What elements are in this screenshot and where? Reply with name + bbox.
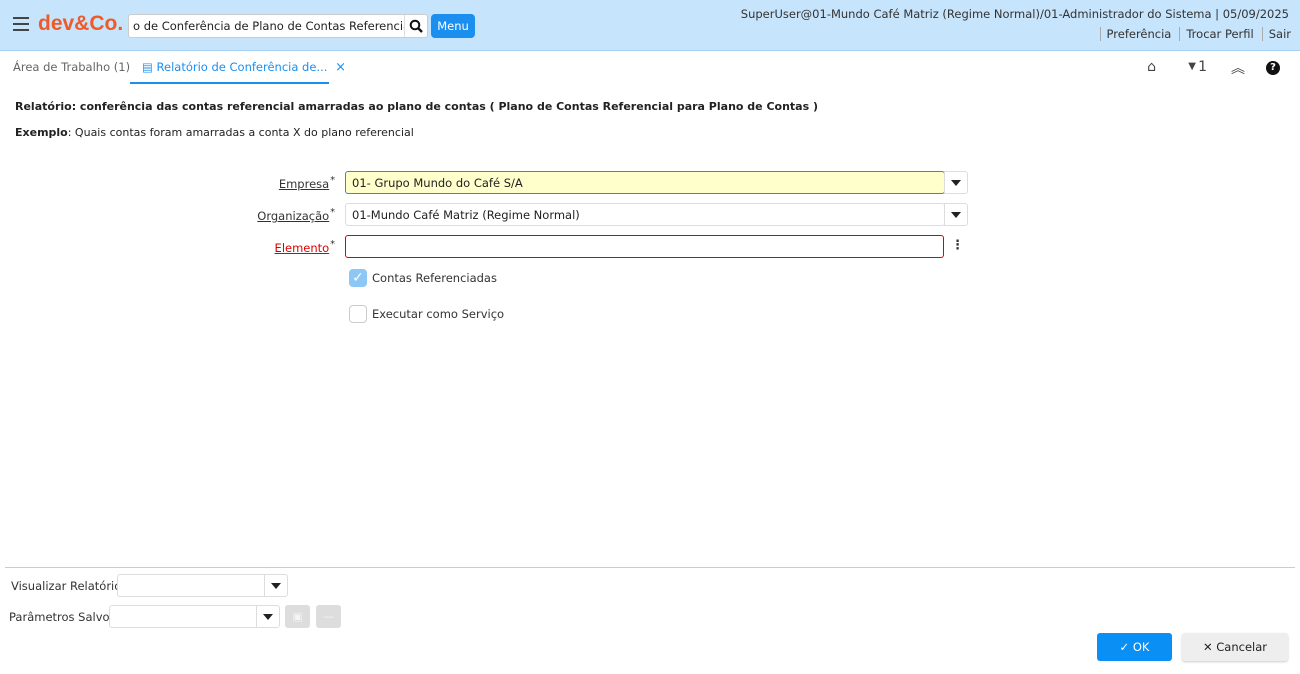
- logo: dev&Co.: [38, 12, 124, 35]
- minus-icon: —: [323, 610, 334, 623]
- ok-label: OK: [1132, 640, 1150, 654]
- required-marker: *: [330, 239, 335, 250]
- elemento-field[interactable]: [345, 235, 944, 258]
- cancel-button[interactable]: ✕ Cancelar: [1182, 633, 1288, 661]
- help-icon[interactable]: ?: [1266, 61, 1280, 75]
- divider: [5, 567, 1295, 568]
- visualizar-select[interactable]: [117, 574, 288, 597]
- close-icon[interactable]: ×: [335, 60, 346, 75]
- tab-report[interactable]: ▤ Relatório de Conferência de... ×: [130, 52, 346, 84]
- parametros-label: Parâmetros Salvos: [9, 610, 116, 624]
- home-icon[interactable]: ⌂: [1147, 59, 1156, 75]
- save-params-button[interactable]: ▣: [285, 605, 310, 628]
- empresa-field[interactable]: 01- Grupo Mundo do Café S/A: [345, 171, 945, 194]
- report-icon: ▤: [142, 60, 153, 74]
- chevron-down-icon: [263, 613, 273, 620]
- check-icon: ✓: [1119, 640, 1133, 654]
- contas-referenciadas-label: Contas Referenciadas: [372, 271, 497, 285]
- required-marker: *: [330, 175, 335, 186]
- change-profile-link[interactable]: Trocar Perfil: [1179, 27, 1259, 41]
- organizacao-label: Organização*: [257, 207, 335, 223]
- elemento-label: Elemento*: [275, 239, 335, 255]
- report-title: Relatório: conferência das contas refere…: [15, 100, 818, 113]
- user-info: SuperUser@01-Mundo Café Matriz (Regime N…: [740, 7, 1289, 21]
- executar-servico-checkbox[interactable]: [349, 305, 367, 323]
- organizacao-field[interactable]: 01-Mundo Café Matriz (Regime Normal): [345, 203, 945, 226]
- collapse-up-icon[interactable]: ︽: [1231, 58, 1245, 78]
- parametros-select[interactable]: [109, 605, 280, 628]
- search-input[interactable]: o de Conferência de Plano de Contas Refe…: [129, 15, 404, 37]
- close-icon: ✕: [1202, 640, 1217, 654]
- tab-bar: Área de Trabalho (1) ▤ Relatório de Conf…: [0, 52, 1300, 84]
- cancel-label: Cancelar: [1216, 640, 1268, 654]
- chevron-down-icon: [271, 582, 281, 589]
- header-links: Preferência Trocar Perfil Sair: [1098, 27, 1291, 41]
- more-options-icon[interactable]: ⋮: [951, 238, 964, 253]
- report-example: Exemplo: Quais contas foram amarradas a …: [15, 126, 414, 139]
- caret-down-icon[interactable]: ▼: [1188, 61, 1196, 72]
- search-icon[interactable]: [404, 15, 427, 37]
- empresa-dropdown-button[interactable]: [944, 171, 968, 194]
- organizacao-dropdown-button[interactable]: [944, 203, 968, 226]
- chevron-down-icon: [951, 179, 961, 186]
- tab-workspace[interactable]: Área de Trabalho (1): [13, 60, 130, 74]
- save-icon: ▣: [292, 610, 303, 623]
- tab-counter[interactable]: 1: [1198, 59, 1207, 75]
- visualizar-label: Visualizar Relatório: [11, 579, 122, 593]
- organizacao-label-text: Organização: [257, 208, 330, 223]
- empresa-label-text: Empresa: [278, 176, 330, 191]
- menu-button[interactable]: Menu: [431, 14, 475, 38]
- search-box[interactable]: o de Conferência de Plano de Contas Refe…: [128, 14, 428, 38]
- elemento-label-text: Elemento: [274, 240, 330, 255]
- example-text: : Quais contas foram amarradas a conta X…: [67, 126, 414, 139]
- chevron-down-icon: [951, 211, 961, 218]
- executar-servico-label: Executar como Serviço: [372, 307, 505, 321]
- ok-button[interactable]: ✓ OK: [1097, 633, 1172, 661]
- hamburger-menu-icon[interactable]: [13, 17, 29, 31]
- delete-params-button[interactable]: —: [316, 605, 341, 628]
- required-marker: *: [330, 207, 335, 218]
- tab-report-label: Relatório de Conferência de...: [156, 60, 328, 74]
- empresa-label: Empresa*: [279, 175, 335, 191]
- contas-referenciadas-checkbox[interactable]: ✓: [349, 269, 367, 287]
- example-label: Exemplo: [15, 126, 68, 139]
- logout-link[interactable]: Sair: [1261, 27, 1291, 41]
- top-header: dev&Co. o de Conferência de Plano de Con…: [0, 0, 1300, 51]
- preferences-link[interactable]: Preferência: [1099, 27, 1178, 41]
